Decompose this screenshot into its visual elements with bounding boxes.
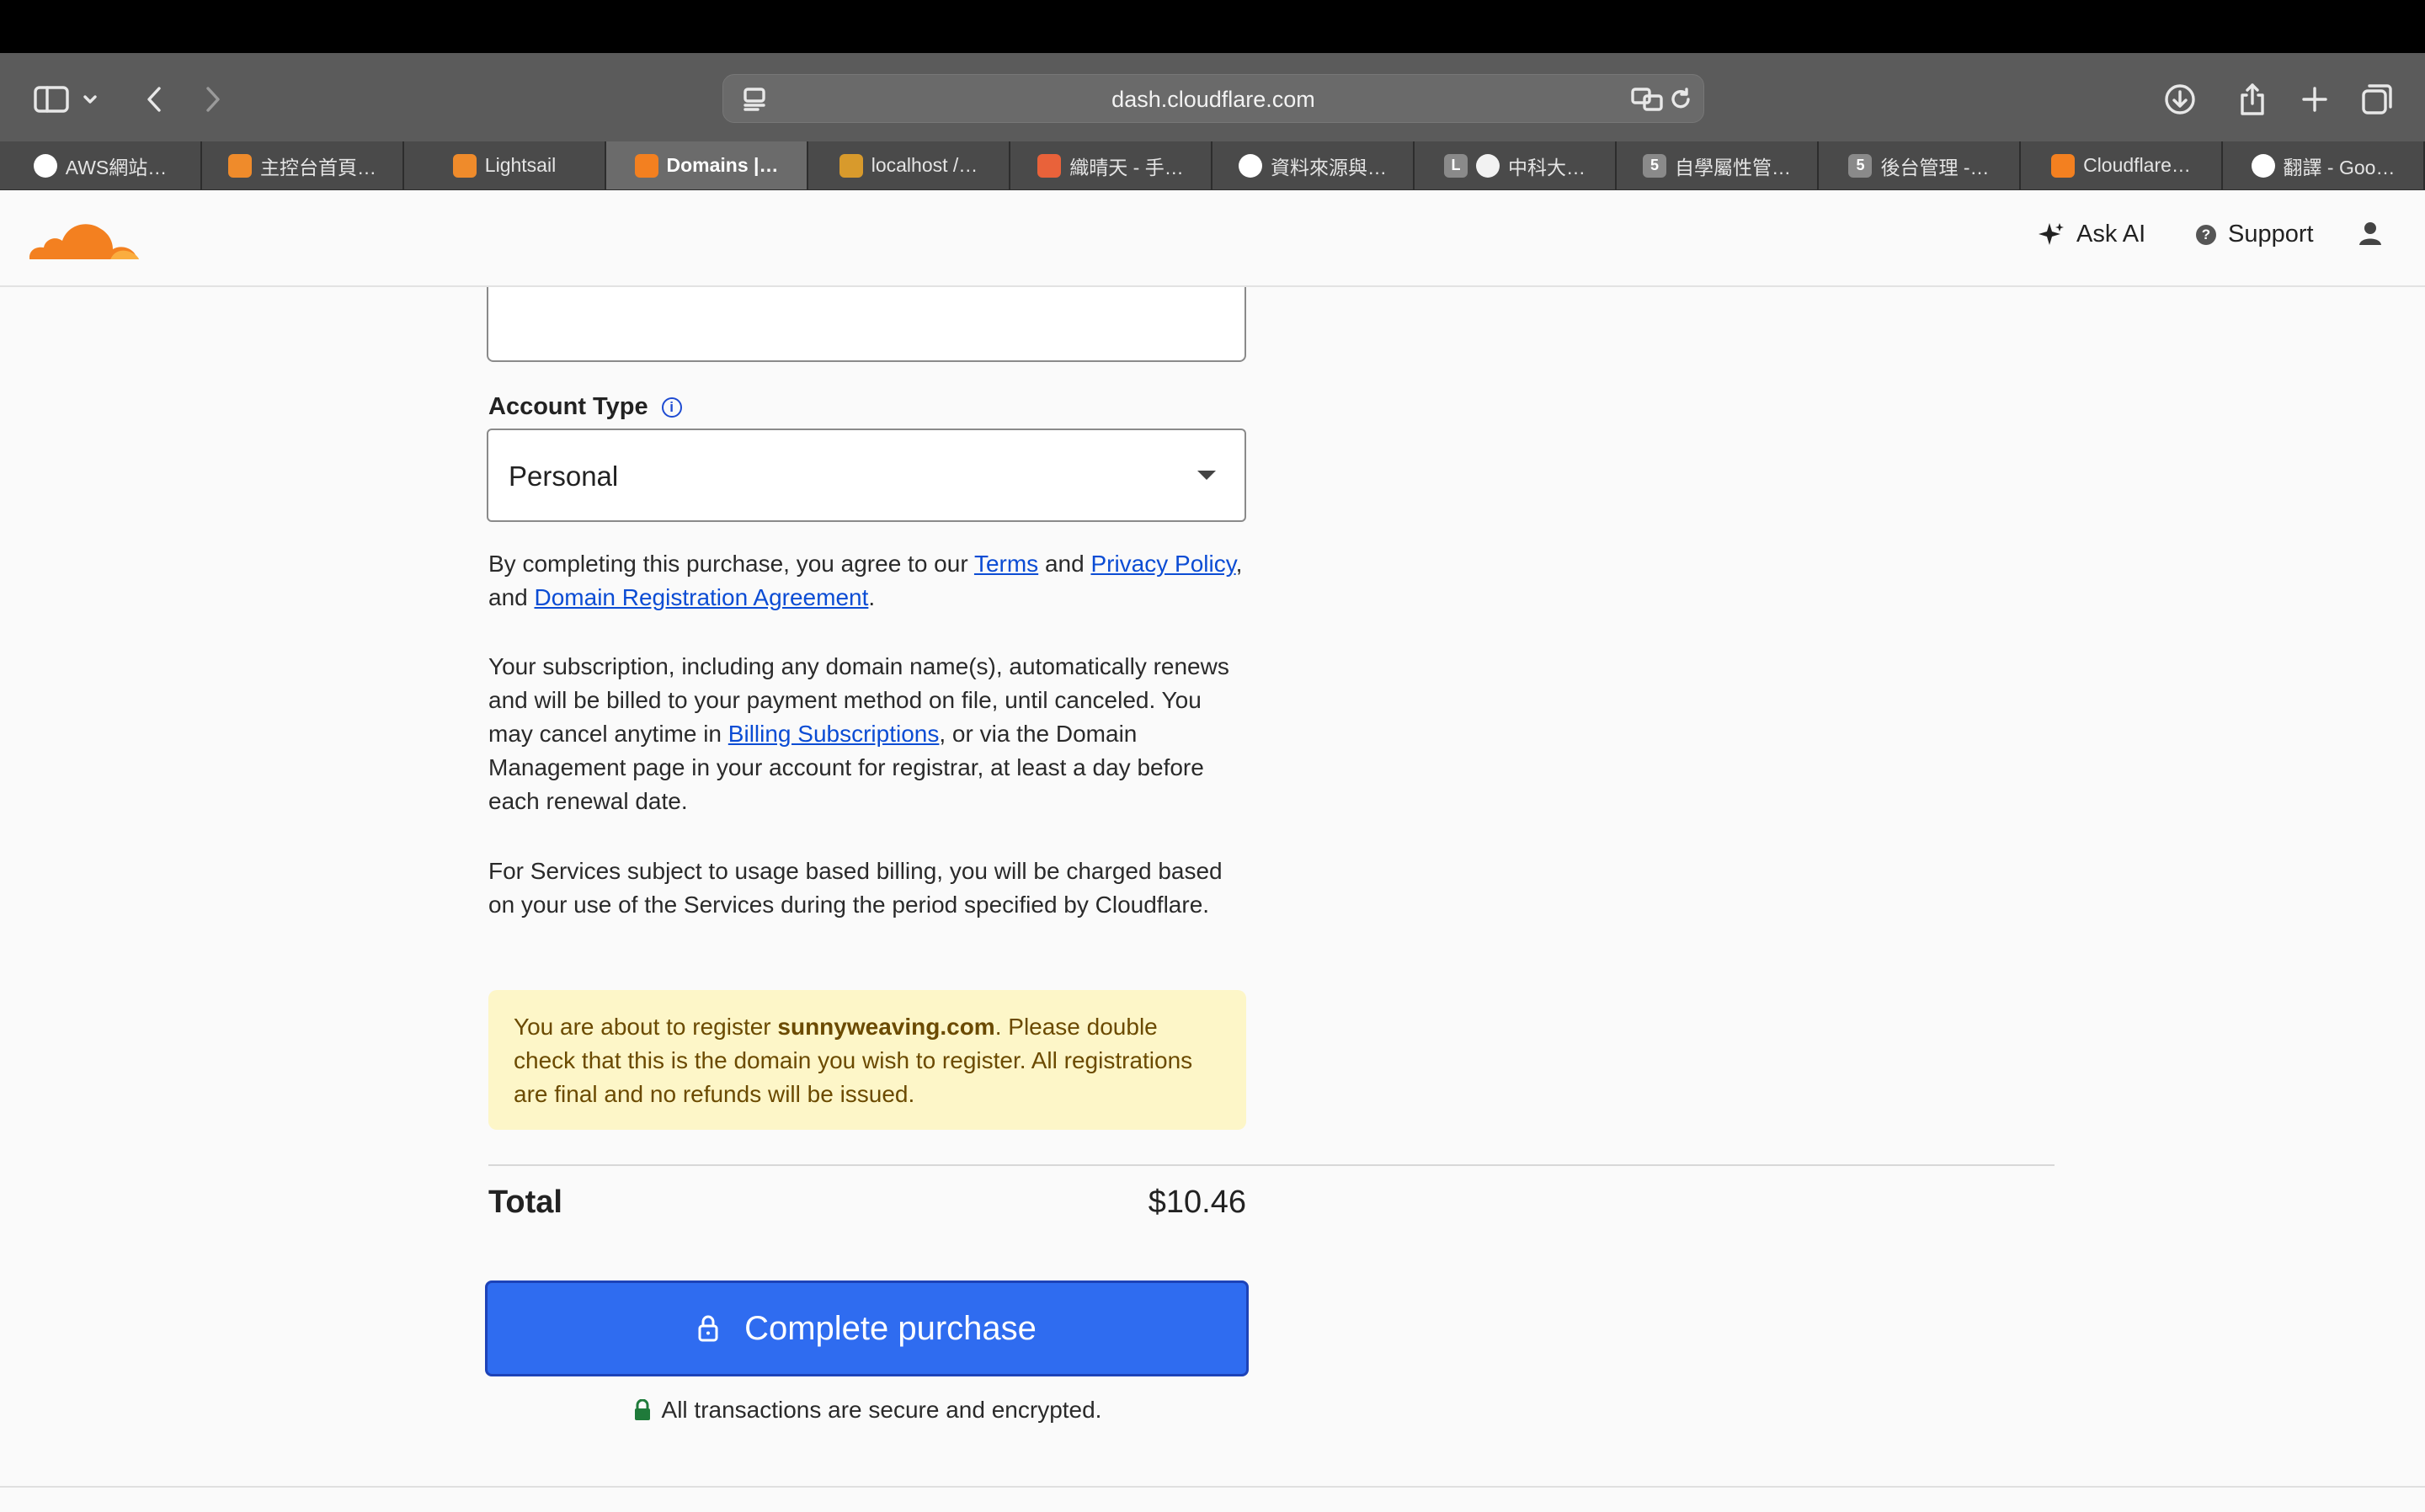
number-icon: 5 [1848, 153, 1873, 178]
tab-badge-icon: L [1444, 153, 1468, 178]
phpmyadmin-icon [839, 153, 863, 178]
account-type-value: Personal [509, 461, 619, 492]
agreement-period: . [868, 584, 876, 610]
secure-text: All transactions are secure and encrypte… [661, 1397, 1102, 1423]
number-icon: 5 [1643, 153, 1666, 178]
chevron-down-icon[interactable] [77, 78, 103, 120]
secure-note: All transactions are secure and encrypte… [488, 1397, 1246, 1424]
caret-down-icon [1197, 471, 1216, 480]
tab-overview-icon[interactable] [2356, 78, 2398, 120]
browser-tab[interactable]: localhost /… [808, 141, 1010, 189]
tab-label: 織晴天 - 手… [1069, 156, 1184, 178]
tab-label: Cloudflare… [2083, 154, 2191, 176]
baseball-icon [1476, 153, 1500, 178]
download-icon[interactable] [2159, 78, 2201, 120]
sparkle-icon [2039, 222, 2064, 245]
forward-arrow-icon[interactable] [192, 78, 234, 120]
ask-ai-button[interactable]: Ask AI [2038, 221, 2145, 248]
ask-ai-label: Ask AI [2076, 221, 2146, 248]
browser-tab[interactable]: Domains |… [606, 141, 808, 189]
address-field[interactable] [487, 287, 1246, 362]
tab-label: Domains |… [666, 154, 779, 176]
tab-label: localhost /… [871, 154, 978, 176]
browser-tab[interactable]: L 中科大… [1415, 141, 1617, 189]
url-text: dash.cloudflare.com [1111, 87, 1315, 112]
help-icon: ? [2196, 224, 2216, 245]
browser-tab[interactable]: Lightsail [404, 141, 606, 189]
tab-label: 中科大… [1508, 156, 1586, 178]
back-arrow-icon[interactable] [133, 78, 175, 120]
purchase-form: Account Type i Personal By completing th… [0, 287, 2425, 1512]
tab-label: 自學屬性管… [1675, 156, 1791, 178]
new-tab-icon[interactable] [2294, 78, 2336, 120]
tab-label: 資料來源與… [1271, 156, 1387, 178]
total-value: $10.46 [1148, 1185, 1246, 1220]
subscription-text: Your subscription, including any domain … [488, 650, 1246, 818]
tab-label: Lightsail [484, 154, 557, 176]
cloudflare-header: Ask AI ? Support [0, 190, 2425, 287]
browser-tab[interactable]: 5 後台管理 -… [1819, 141, 2021, 189]
chatgpt-icon [1239, 153, 1262, 178]
browser-tab[interactable]: AWS網站… [0, 141, 202, 189]
tab-label: 後台管理 -… [1880, 156, 1990, 178]
lock-icon [698, 1315, 718, 1342]
browser-tab[interactable]: 翻譯 - Goo… [2223, 141, 2425, 189]
agreement-text: By completing this purchase, you agree t… [488, 547, 1246, 615]
tab-label: 主控台首頁… [260, 156, 376, 178]
total-label: Total [488, 1185, 562, 1220]
cloudflare-icon [634, 153, 658, 178]
terms-link[interactable]: Terms [974, 551, 1038, 577]
agreement-prefix: By completing this purchase, you agree t… [488, 551, 974, 577]
support-button[interactable]: ? Support [2196, 221, 2314, 248]
cloudflare-icon [2051, 153, 2076, 178]
google-icon [2251, 153, 2275, 178]
site-icon [1037, 153, 1062, 178]
domain-registration-agreement-link[interactable]: Domain Registration Agreement [535, 584, 869, 610]
browser-tab[interactable]: 資料來源與… [1212, 141, 1415, 189]
warning-prefix: You are about to register [514, 1014, 778, 1040]
footer-divider [0, 1486, 2425, 1488]
domain-name: sunnyweaving.com [777, 1014, 995, 1040]
sidebar-toggle-icon[interactable] [30, 78, 72, 120]
reload-icon[interactable] [1660, 78, 1702, 120]
registration-warning: You are about to register sunnyweaving.c… [488, 990, 1246, 1130]
billing-subscriptions-link[interactable]: Billing Subscriptions [728, 721, 940, 747]
tab-bar: AWS網站… 主控台首頁… Lightsail Domains |… localhost… [0, 141, 2425, 190]
account-type-label: Account Type i [488, 393, 682, 421]
usage-billing-text: For Services subject to usage based bill… [488, 858, 1223, 918]
complete-purchase-button[interactable]: Complete purchase [485, 1280, 1249, 1376]
lock-icon [634, 1399, 650, 1420]
user-account-icon[interactable] [2358, 221, 2383, 246]
aws-box-icon [452, 153, 477, 178]
browser-tab[interactable]: 織晴天 - 手… [1010, 141, 1212, 189]
divider [488, 1164, 2055, 1166]
support-label: Support [2228, 221, 2314, 248]
aws-box-icon [228, 153, 252, 178]
cloudflare-logo[interactable] [25, 210, 143, 270]
address-bar[interactable]: dash.cloudflare.com [722, 74, 1704, 123]
browser-tab[interactable]: 主控台首頁… [202, 141, 404, 189]
account-type-select[interactable]: Personal [487, 429, 1246, 522]
agreement-and: and [1038, 551, 1091, 577]
account-type-label-text: Account Type [488, 393, 648, 420]
info-icon[interactable]: i [661, 397, 682, 418]
complete-purchase-label: Complete purchase [744, 1309, 1037, 1347]
tab-label: 翻譯 - Goo… [2283, 156, 2396, 178]
browser-tab[interactable]: 5 自學屬性管… [1617, 141, 1819, 189]
privacy-policy-link[interactable]: Privacy Policy [1090, 551, 1235, 577]
chatgpt-icon [33, 153, 57, 178]
tab-label: AWS網站… [65, 156, 168, 178]
share-icon[interactable] [2231, 78, 2273, 120]
menu-bar [0, 0, 2425, 53]
browser-tab[interactable]: Cloudflare… [2021, 141, 2223, 189]
